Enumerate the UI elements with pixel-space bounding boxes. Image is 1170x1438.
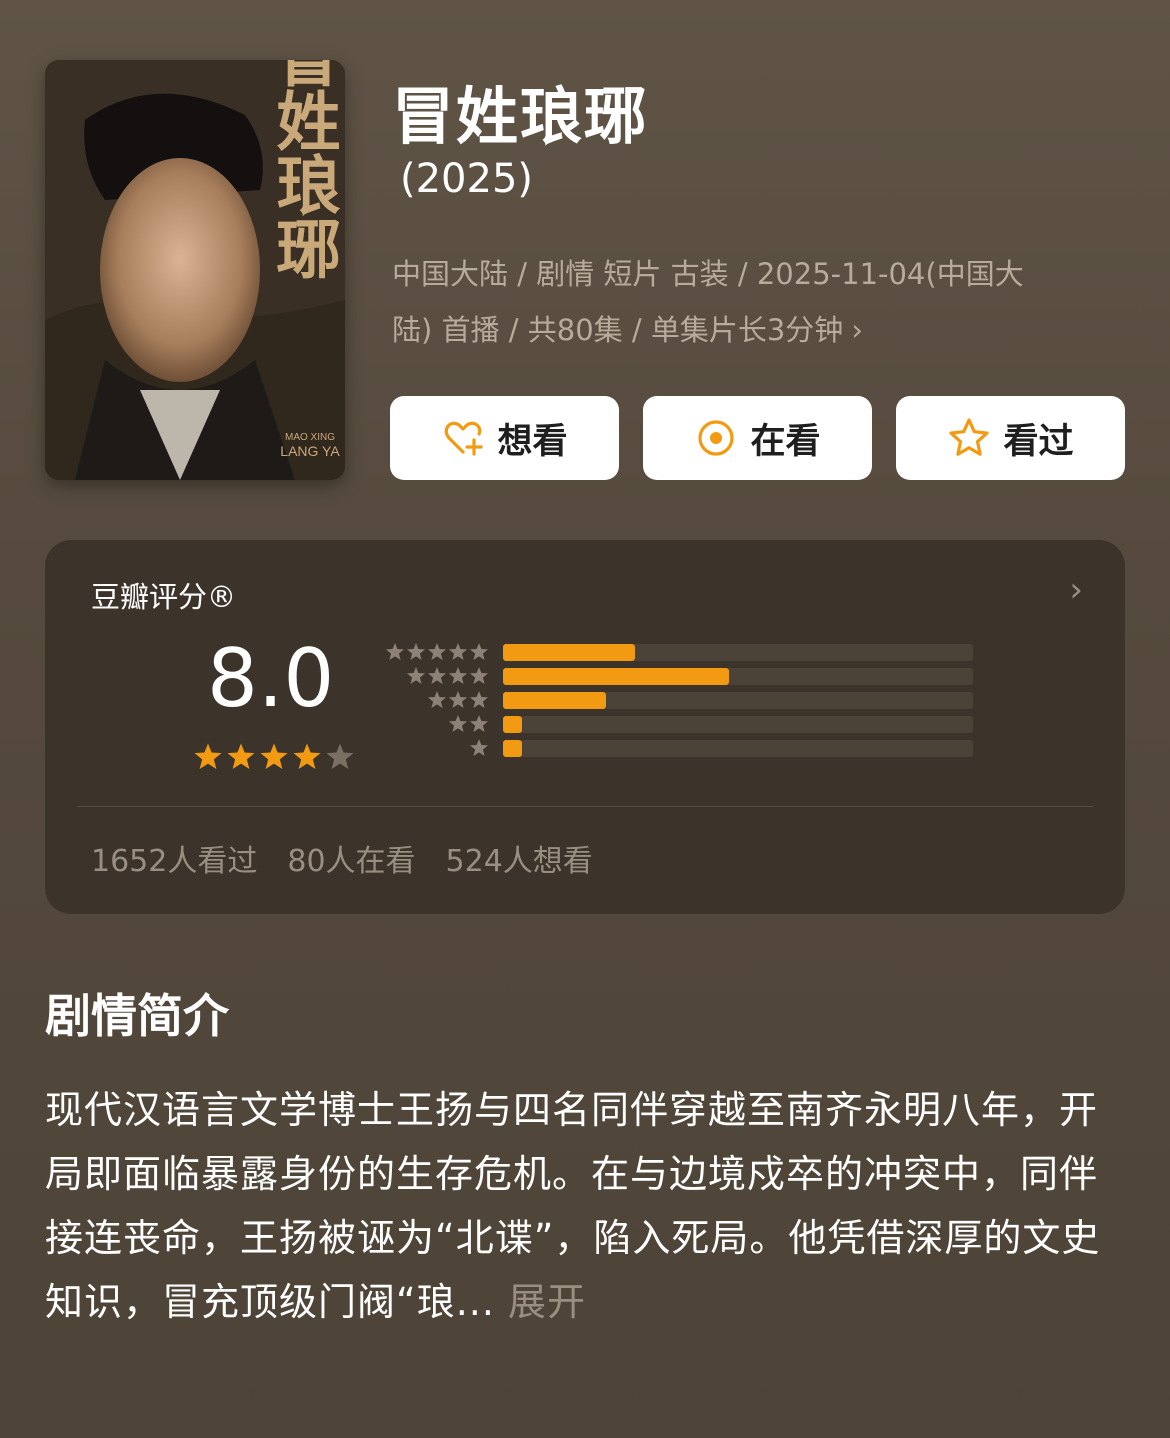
page-title: 冒姓琅琊 <box>392 80 649 153</box>
distribution-bar <box>503 667 729 685</box>
want-to-watch-button[interactable]: 想看 <box>390 396 619 480</box>
distribution-row-1 <box>383 736 973 760</box>
meta-info[interactable]: 中国大陆 / 剧情 短片 古装 / 2025-11-04(中国大 陆) 首播 /… <box>392 246 1112 358</box>
poster-illustration: 冒姓琅琊 MAO XING LANG YA <box>45 60 345 480</box>
chevron-right-icon: › <box>851 313 863 347</box>
watched-count[interactable]: 1652人看过 <box>91 836 257 880</box>
distribution-stars <box>383 666 489 686</box>
synopsis-text-block: 现代汉语言文学博士王扬与四名同伴穿越至南齐永明八年，开局即面临暴露身份的生存危机… <box>45 1078 1125 1334</box>
target-icon <box>698 420 735 456</box>
distribution-track <box>503 667 973 685</box>
distribution-bar <box>503 739 522 757</box>
watching-label: 在看 <box>750 421 821 462</box>
watched-label: 看过 <box>1003 421 1074 462</box>
distribution-bar <box>503 643 635 661</box>
chevron-right-icon[interactable]: › <box>1069 570 1083 610</box>
release-year: (2025) <box>400 156 534 202</box>
distribution-row-3 <box>383 688 973 712</box>
star-small-icon <box>449 715 467 732</box>
poster-roman-2: LANG YA <box>280 443 340 459</box>
meta-line-1: 中国大陆 / 剧情 短片 古装 / 2025-11-04(中国大 <box>392 257 1024 291</box>
star-filled-icon <box>227 743 255 769</box>
synopsis-title: 剧情简介 <box>45 989 229 1043</box>
star-small-icon <box>428 667 446 684</box>
star-small-icon <box>428 643 446 660</box>
distribution-track <box>503 739 973 757</box>
rating-card[interactable]: 豆瓣评分® › 8.0 1652人看过 80人在看 524人想看 <box>45 540 1125 914</box>
star-outline-icon <box>949 418 990 456</box>
distribution-row-2 <box>383 712 973 736</box>
star-small-icon <box>470 667 488 684</box>
distribution-bar <box>503 691 607 709</box>
poster-roman-1: MAO XING <box>285 432 335 443</box>
meta-line-2: 陆) 首播 / 共80集 / 单集片长3分钟 <box>392 313 844 347</box>
poster-image[interactable]: 冒姓琅琊 MAO XING LANG YA <box>45 60 345 480</box>
star-small-icon <box>386 643 404 660</box>
distribution-bar <box>503 715 522 733</box>
star-small-icon <box>449 691 467 708</box>
distribution-stars <box>383 690 489 710</box>
distribution-stars <box>383 642 489 662</box>
poster-calligraphy-1: 冒姓琅琊 <box>266 60 341 280</box>
star-small-icon <box>449 643 467 660</box>
audience-counts: 1652人看过 80人在看 524人想看 <box>91 836 593 880</box>
distribution-stars <box>383 714 489 734</box>
star-filled-icon <box>260 743 288 769</box>
rating-label: 豆瓣评分® <box>91 580 237 614</box>
watching-button[interactable]: 在看 <box>643 396 872 480</box>
distribution-track <box>503 643 973 661</box>
rating-distribution <box>383 640 973 760</box>
star-empty-icon <box>326 743 354 769</box>
distribution-stars <box>383 738 489 758</box>
divider <box>77 806 1093 807</box>
distribution-track <box>503 715 973 733</box>
star-small-icon <box>428 691 446 708</box>
star-small-icon <box>449 667 467 684</box>
distribution-row-4 <box>383 664 973 688</box>
heart-plus-icon <box>445 421 484 456</box>
distribution-row-5 <box>383 640 973 664</box>
star-small-icon <box>407 643 425 660</box>
distribution-track <box>503 691 973 709</box>
star-filled-icon <box>293 743 321 769</box>
star-small-icon <box>470 715 488 732</box>
want-count[interactable]: 524人想看 <box>446 836 593 880</box>
rating-stars <box>193 742 355 772</box>
star-small-icon <box>470 739 488 756</box>
action-buttons: 想看 在看 看过 <box>390 396 1125 480</box>
star-filled-icon <box>194 743 222 769</box>
star-small-icon <box>407 667 425 684</box>
want-to-watch-label: 想看 <box>497 421 568 462</box>
watched-button[interactable]: 看过 <box>896 396 1125 480</box>
watching-count[interactable]: 80人在看 <box>287 836 415 880</box>
rating-score: 8.0 <box>207 632 335 725</box>
star-small-icon <box>470 691 488 708</box>
star-small-icon <box>470 643 488 660</box>
expand-link[interactable]: 展开 <box>508 1280 586 1324</box>
